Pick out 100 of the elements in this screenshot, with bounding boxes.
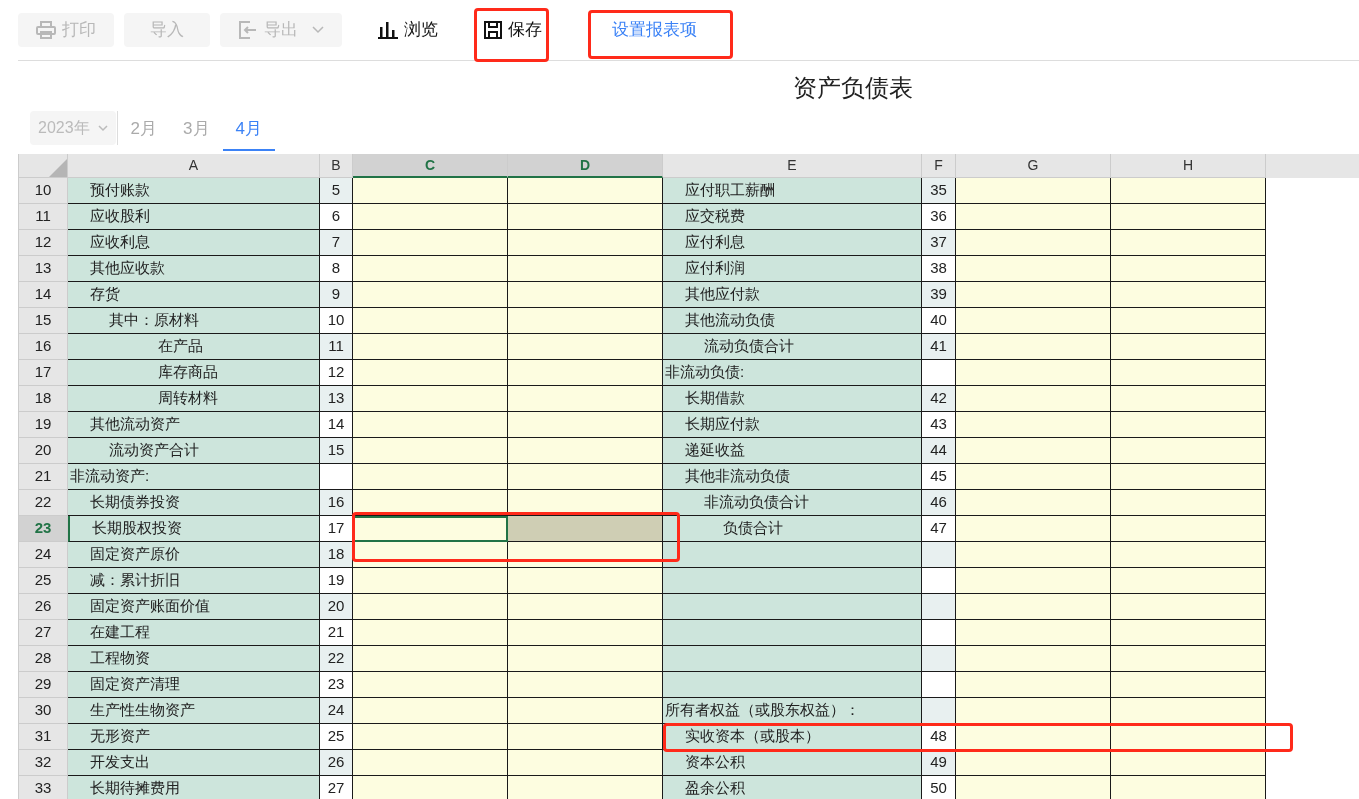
export-icon xyxy=(238,21,258,39)
table-cell: 其他流动负债 xyxy=(663,308,922,334)
table-cell: 存货 xyxy=(68,282,320,308)
table-cell: 长期待摊费用 xyxy=(68,776,320,799)
table-cell: 固定资产原价 xyxy=(68,542,320,568)
row-number: 31 xyxy=(19,724,68,750)
table-cell: 20 xyxy=(320,594,353,620)
table-cell: 应交税费 xyxy=(663,204,922,230)
table-cell: 应付职工薪酬 xyxy=(663,178,922,204)
table-cell: 45 xyxy=(922,464,956,490)
table-cell: 其他流动资产 xyxy=(68,412,320,438)
row-number: 11 xyxy=(19,204,68,230)
table-cell: 长期股权投资 xyxy=(68,516,320,542)
row-number: 28 xyxy=(19,646,68,672)
column-header[interactable]: D xyxy=(508,154,663,178)
table-cell: 生产性生物资产 xyxy=(68,698,320,724)
table-cell: 24 xyxy=(320,698,353,724)
table-cell: 23 xyxy=(320,672,353,698)
row-number: 17 xyxy=(19,360,68,386)
table-cell: 负债合计 xyxy=(663,516,922,542)
table-cell: 26 xyxy=(320,750,353,776)
row-number: 25 xyxy=(19,568,68,594)
table-cell: 在产品 xyxy=(68,334,320,360)
settings-link[interactable]: 设置报表项 xyxy=(612,17,697,43)
row-number: 15 xyxy=(19,308,68,334)
table-cell: 22 xyxy=(320,646,353,672)
row-number: 19 xyxy=(19,412,68,438)
table-cell: 其他应收款 xyxy=(68,256,320,282)
table-cell: 长期债券投资 xyxy=(68,490,320,516)
table-cell: 长期借款 xyxy=(663,386,922,412)
table-cell: 47 xyxy=(922,516,956,542)
month-tab[interactable]: 2月 xyxy=(117,109,171,151)
table-cell: 15 xyxy=(320,438,353,464)
table-cell xyxy=(320,464,353,490)
month-tab[interactable]: 3月 xyxy=(170,109,223,151)
table-cell: 应收利息 xyxy=(68,230,320,256)
row-number: 23 xyxy=(19,516,68,542)
table-cell: 42 xyxy=(922,386,956,412)
table-cell: 减：累计折旧 xyxy=(68,568,320,594)
table-cell xyxy=(922,620,956,646)
table-cell: 长期应付款 xyxy=(663,412,922,438)
table-cell: 固定资产账面价值 xyxy=(68,594,320,620)
table-cell: 固定资产清理 xyxy=(68,672,320,698)
table-cell: 7 xyxy=(320,230,353,256)
table-cell: 40 xyxy=(922,308,956,334)
table-cell: 6 xyxy=(320,204,353,230)
table-cell: 其他应付款 xyxy=(663,282,922,308)
table-cell: 应收股利 xyxy=(68,204,320,230)
table-cell: 46 xyxy=(922,490,956,516)
chevron-down-icon xyxy=(97,124,108,132)
table-cell: 所有者权益（或股东权益）： xyxy=(663,698,922,724)
table-cell: 18 xyxy=(320,542,353,568)
row-number: 10 xyxy=(19,178,68,204)
table-cell: 非流动资产: xyxy=(68,464,320,490)
table-cell: 无形资产 xyxy=(68,724,320,750)
table-cell: 盈余公积 xyxy=(663,776,922,799)
table-cell: 其他非流动负债 xyxy=(663,464,922,490)
row-number: 12 xyxy=(19,230,68,256)
table-cell: 39 xyxy=(922,282,956,308)
table-cell: 44 xyxy=(922,438,956,464)
column-header[interactable]: C xyxy=(353,154,508,178)
table-cell: 实收资本（或股本） xyxy=(663,724,922,750)
table-cell: 41 xyxy=(922,334,956,360)
table-cell: 10 xyxy=(320,308,353,334)
printer-icon xyxy=(36,21,56,39)
toolbar-button[interactable]: 浏览 xyxy=(368,13,448,47)
row-number: 32 xyxy=(19,750,68,776)
table-cell: 13 xyxy=(320,386,353,412)
table-cell: 5 xyxy=(320,178,353,204)
table-cell: 流动资产合计 xyxy=(68,438,320,464)
table-cell: 流动负债合计 xyxy=(663,334,922,360)
table-cell: 8 xyxy=(320,256,353,282)
toolbar-button[interactable]: 保存 xyxy=(474,13,552,47)
table-cell: 在建工程 xyxy=(68,620,320,646)
table-cell: 49 xyxy=(922,750,956,776)
table-cell: 9 xyxy=(320,282,353,308)
select-all-corner-icon[interactable] xyxy=(47,159,67,177)
table-cell: 11 xyxy=(320,334,353,360)
table-cell: 周转材料 xyxy=(68,386,320,412)
table-cell: 12 xyxy=(320,360,353,386)
row-number: 22 xyxy=(19,490,68,516)
table-cell: 14 xyxy=(320,412,353,438)
table-cell: 应付利润 xyxy=(663,256,922,282)
month-tab[interactable]: 4月 xyxy=(222,109,275,151)
table-cell: 35 xyxy=(922,178,956,204)
table-cell: 应付利息 xyxy=(663,230,922,256)
row-number: 33 xyxy=(19,776,68,799)
table-cell: 21 xyxy=(320,620,353,646)
table-cell xyxy=(922,360,956,386)
table-cell: 工程物资 xyxy=(68,646,320,672)
report-title: 资产负债表 xyxy=(793,73,913,103)
row-number: 26 xyxy=(19,594,68,620)
table-cell: 非流动负债: xyxy=(663,360,922,386)
row-number: 30 xyxy=(19,698,68,724)
table-cell: 非流动负债合计 xyxy=(663,490,922,516)
table-cell: 25 xyxy=(320,724,353,750)
row-number: 14 xyxy=(19,282,68,308)
table-cell: 37 xyxy=(922,230,956,256)
table-cell xyxy=(922,698,956,724)
row-number: 27 xyxy=(19,620,68,646)
